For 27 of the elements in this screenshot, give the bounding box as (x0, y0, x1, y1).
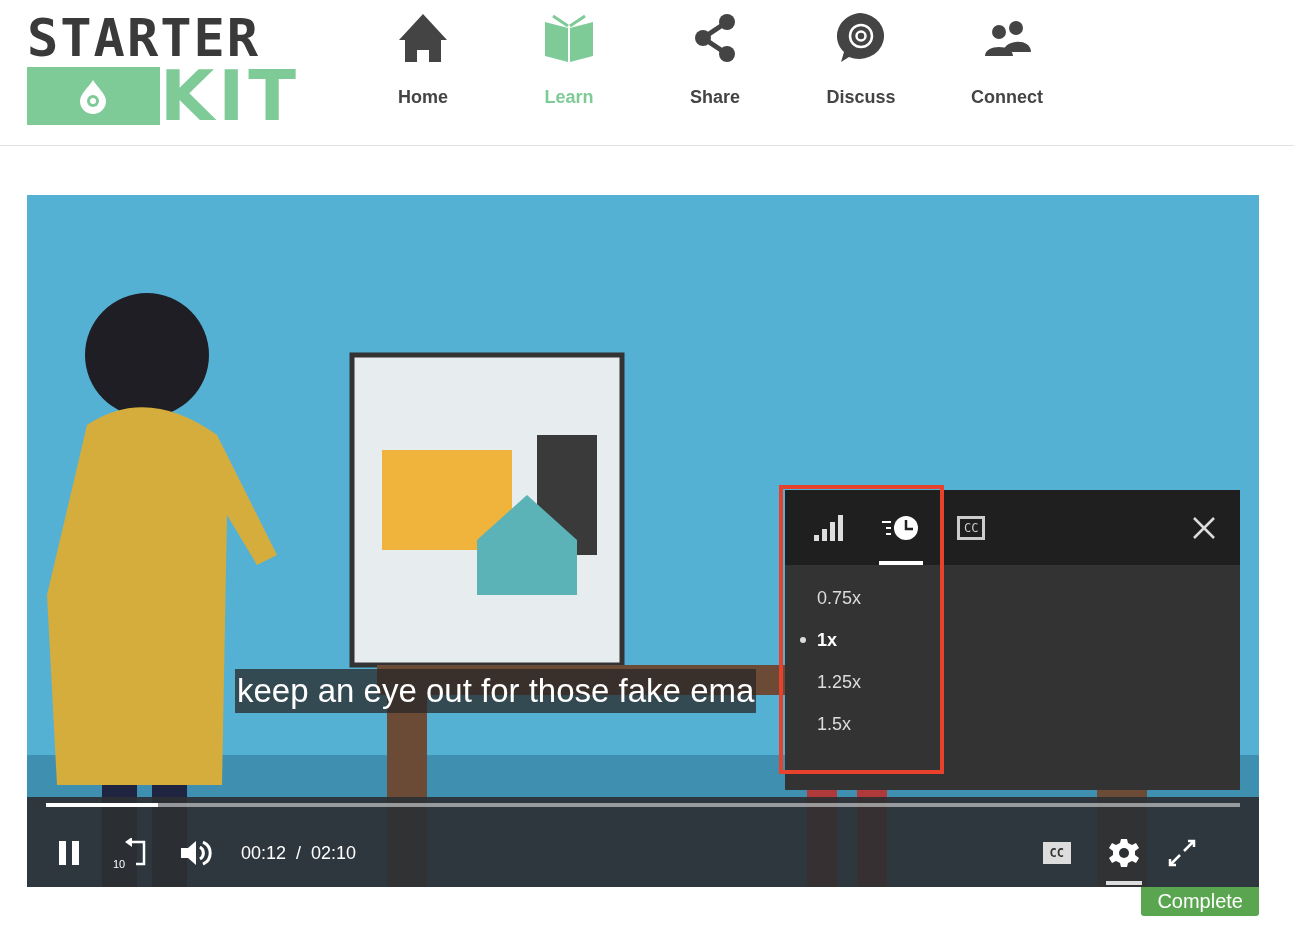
signal-bars-icon (813, 513, 845, 542)
captions-button[interactable]: CC (1042, 842, 1071, 864)
progress-track[interactable] (46, 803, 1240, 807)
drop-icon (78, 78, 109, 114)
book-icon (543, 12, 595, 64)
fullscreen-button[interactable] (1167, 838, 1197, 868)
at-sign-bubble-icon (835, 12, 887, 64)
logo-wordmark: KIT (159, 67, 300, 125)
nav-link[interactable]: Discuss (788, 12, 934, 108)
home-icon (397, 12, 449, 64)
replay-button[interactable]: 10 (113, 838, 147, 868)
logo-wordmark: STARTER (27, 12, 262, 64)
speed-option[interactable]: 1x (800, 627, 838, 653)
settings-tab[interactable]: CC (955, 490, 988, 565)
speed-option[interactable]: 1.5x (800, 711, 852, 737)
nav-link[interactable]: Home (350, 12, 496, 108)
subtitle-caption: keep an eye out for those fake ema (235, 669, 757, 713)
speed-clock-icon (881, 513, 921, 542)
speed-option[interactable]: 1.25x (800, 669, 862, 695)
volume-button[interactable] (179, 838, 213, 868)
close-icon[interactable] (1192, 515, 1216, 540)
pause-button[interactable] (57, 840, 81, 866)
speed-option[interactable]: 0.75x (800, 585, 862, 611)
nav-link[interactable]: Share (642, 12, 788, 108)
nav-link[interactable]: Connect (934, 12, 1080, 108)
time-display: 00:12 / 02:10 (241, 842, 357, 864)
settings-button[interactable] (1109, 838, 1139, 868)
